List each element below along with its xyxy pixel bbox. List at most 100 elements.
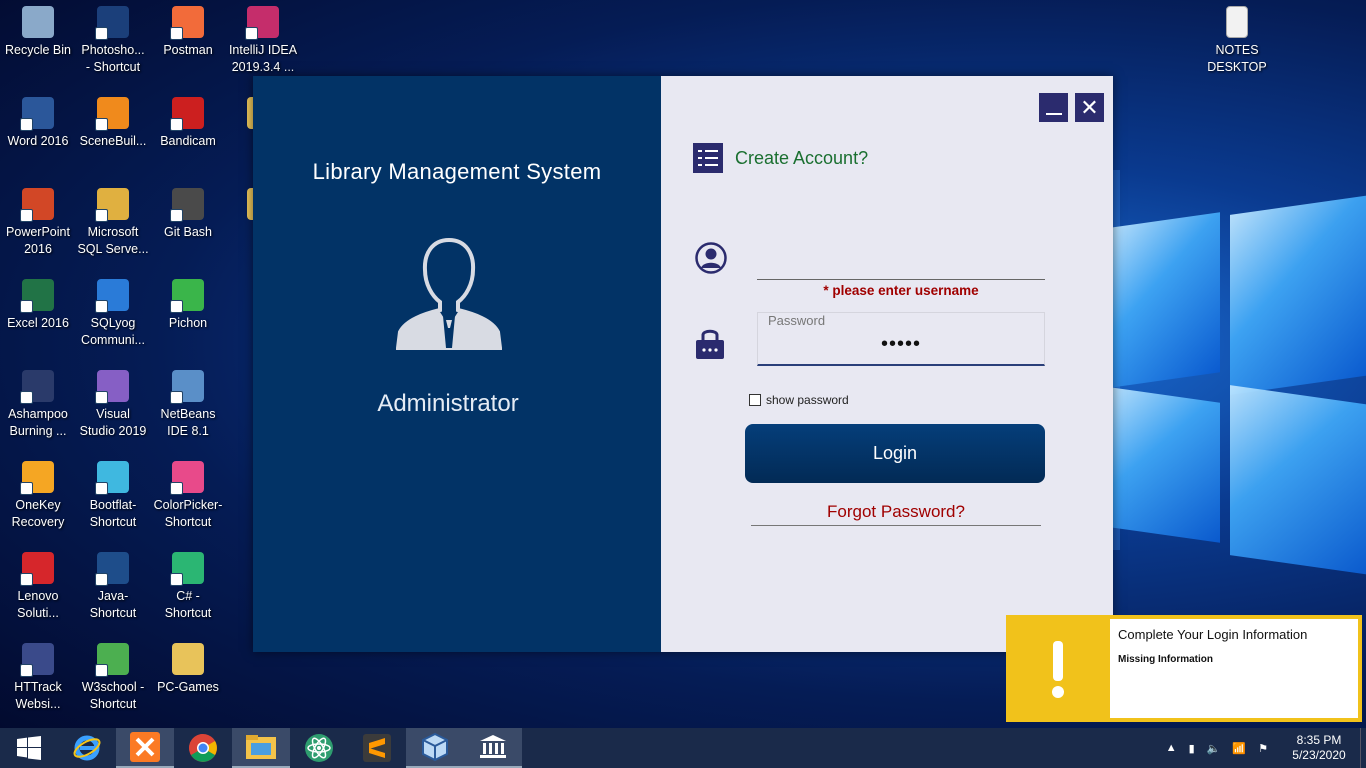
desktop-icon-postman[interactable]: Postman (150, 0, 226, 59)
taskbar: ▲ ▮ 🔈 📶 ⚑ 8:35 PM 5/23/2020 (0, 728, 1366, 768)
desktop-icon-bootflat[interactable]: Bootflat- Shortcut (75, 455, 151, 531)
desktop-icon-java[interactable]: Java- Shortcut (75, 546, 151, 622)
desktop-icon-label: HTTrack Websi... (14, 680, 62, 711)
desktop-icon-label: Microsoft SQL Serve... (77, 225, 149, 256)
desktop-icon-csharp[interactable]: C# - Shortcut (150, 546, 226, 622)
password-label: Password (768, 313, 826, 328)
role-label: Administrator (377, 390, 519, 417)
checkbox-box[interactable] (749, 394, 761, 406)
desktop-icon-label: OneKey Recovery (11, 498, 65, 529)
close-button[interactable]: ✕ (1075, 93, 1104, 122)
taskbar-xampp[interactable] (116, 728, 174, 768)
desktop-icon-label: Photosho... - Shortcut (81, 43, 145, 74)
xampp-icon (130, 732, 160, 762)
atom-icon (305, 734, 333, 762)
desktop-icon-visualstudio[interactable]: Visual Studio 2019 (75, 364, 151, 440)
show-password-label: show password (766, 393, 849, 407)
taskbar-library-app[interactable] (464, 728, 522, 768)
forgot-password-link[interactable]: Forgot Password? (751, 502, 1041, 526)
desktop-icon-scenebuilder[interactable]: SceneBuil... (75, 91, 151, 150)
sublime-text-icon (363, 734, 391, 762)
taskbar-virtualbox[interactable] (406, 728, 464, 768)
login-left-pane: Library Management System Administrator (253, 76, 661, 652)
close-icon: ✕ (1080, 94, 1099, 120)
library-app-icon (480, 735, 506, 758)
notification-body: Complete Your Login Information Missing … (1110, 619, 1358, 718)
desktop-icon-label: Recycle Bin (5, 43, 71, 57)
volume-icon[interactable]: 🔈 (1207, 742, 1221, 755)
desktop-icon-sqlyog[interactable]: SQLyog Communi... (75, 273, 151, 349)
desktop-icon-label: Excel 2016 (7, 316, 69, 330)
csharp-icon (170, 552, 204, 586)
taskbar-atom[interactable] (290, 728, 348, 768)
httrack-icon (20, 643, 54, 677)
warning-icon (1006, 615, 1110, 722)
desktop-icon-pichon[interactable]: Pichon (150, 273, 226, 332)
desktop-icon-onekey[interactable]: OneKey Recovery (0, 455, 76, 531)
desktop-icon-powerpoint[interactable]: PowerPoint 2016 (0, 182, 76, 258)
show-password-checkbox[interactable]: show password (749, 393, 849, 407)
desktop-icon-bandicam[interactable]: Bandicam (150, 91, 226, 150)
desktop-icon-label: Bootflat- Shortcut (89, 498, 137, 529)
desktop-icon-photoshop[interactable]: Photosho... - Shortcut (75, 0, 151, 76)
login-right-pane: ✕ Create Account? * please enter usernam… (661, 76, 1113, 652)
password-field[interactable]: Password ••••• (757, 312, 1045, 366)
desktop-icon-folder[interactable]: PC-Games (150, 637, 226, 696)
desktop-icon-label: IntelliJ IDEA 2019.3.4 ... (228, 43, 298, 74)
taskbar-sublime-text[interactable] (348, 728, 406, 768)
network-icon[interactable]: 📶 (1232, 742, 1246, 755)
desktop-icon-w3school[interactable]: W3school - Shortcut (75, 637, 151, 713)
desktop-icon-label: Visual Studio 2019 (79, 407, 147, 438)
desktop-icon-label: C# - Shortcut (164, 589, 212, 620)
app-title: Library Management System (312, 159, 602, 184)
virtualbox-icon (422, 732, 448, 762)
desktop-icon-label: Postman (163, 43, 213, 57)
form-list-icon (693, 143, 723, 173)
desktop-icon-label: Word 2016 (7, 134, 69, 148)
desktop-icon-recycle-bin[interactable]: Recycle Bin (0, 0, 76, 59)
w3school-icon (95, 643, 129, 677)
wallpaper-windows-logo (1080, 160, 1366, 575)
desktop-icon-label: ColorPicker- Shortcut (153, 498, 223, 529)
system-tray: ▲ ▮ 🔈 📶 ⚑ 8:35 PM 5/23/2020 (1160, 728, 1366, 768)
recycle-bin-icon (22, 6, 54, 38)
pichon-icon (170, 279, 204, 313)
clock-date: 5/23/2020 (1292, 748, 1346, 762)
taskbar-internet-explorer[interactable] (58, 728, 116, 768)
login-button[interactable]: Login (745, 424, 1045, 483)
excel-icon (20, 279, 54, 313)
desktop-icon-label: Pichon (168, 316, 208, 330)
username-input[interactable] (757, 279, 1045, 280)
bandicam-icon (170, 97, 204, 131)
login-window: Library Management System Administrator … (253, 76, 1113, 652)
clock[interactable]: 8:35 PM 5/23/2020 (1284, 733, 1354, 763)
action-center-icon[interactable]: ⚑ (1258, 742, 1268, 755)
photoshop-icon (95, 6, 129, 40)
desktop-icon-intellij[interactable]: IntelliJ IDEA 2019.3.4 ... (225, 0, 301, 76)
create-account-link[interactable]: Create Account? (693, 143, 868, 173)
sqlyog-icon (95, 279, 129, 313)
desktop-icon-gitbash[interactable]: Git Bash (150, 182, 226, 241)
internet-explorer-icon (73, 735, 101, 761)
desktop-icon-lenovo[interactable]: Lenovo Soluti... (0, 546, 76, 622)
desktop-icon-excel[interactable]: Excel 2016 (0, 273, 76, 332)
show-hidden-icons-icon[interactable]: ▲ (1166, 742, 1177, 754)
desktop-icon-notes-file[interactable]: NOTES DESKTOP (1199, 0, 1275, 76)
desktop-icon-httrack[interactable]: HTTrack Websi... (0, 637, 76, 713)
show-desktop-button[interactable] (1360, 728, 1366, 768)
taskbar-chrome[interactable] (174, 728, 232, 768)
notification-toast[interactable]: Complete Your Login Information Missing … (1006, 615, 1362, 722)
desktop-icon-sqlserver[interactable]: Microsoft SQL Serve... (75, 182, 151, 258)
taskbar-file-explorer[interactable] (232, 728, 290, 768)
desktop-icon-netbeans[interactable]: NetBeans IDE 8.1 (150, 364, 226, 440)
minimize-button[interactable] (1039, 93, 1068, 122)
desktop-icon-word[interactable]: Word 2016 (0, 91, 76, 150)
colorpicker-icon (170, 461, 204, 495)
desktop-icon-label: Lenovo Soluti... (17, 589, 59, 620)
battery-icon[interactable]: ▮ (1189, 742, 1195, 755)
visualstudio-icon (95, 370, 129, 404)
start-button[interactable] (0, 728, 58, 768)
desktop-icon-colorpicker[interactable]: ColorPicker- Shortcut (150, 455, 226, 531)
desktop-icon-label: PowerPoint 2016 (6, 225, 70, 256)
desktop-icon-ashampoo[interactable]: Ashampoo Burning ... (0, 364, 76, 440)
